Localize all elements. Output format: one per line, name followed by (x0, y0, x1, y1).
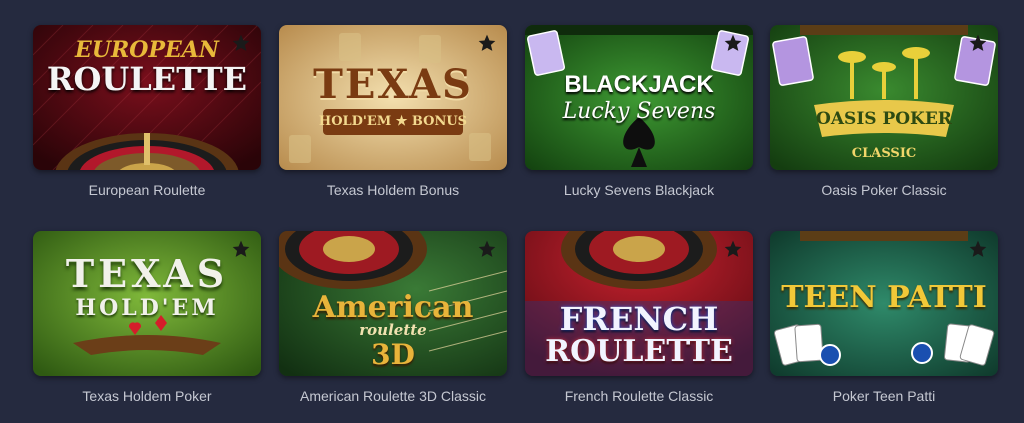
art-title-main: OASIS POKER (816, 109, 952, 129)
art-title-sub: HOLD'EM ★ BONUS (318, 114, 468, 129)
game-thumbnail[interactable]: American roulette 3D (279, 231, 507, 376)
art-title-sub: CLASSIC (851, 146, 917, 161)
game-title[interactable]: French Roulette Classic (525, 388, 753, 404)
game-card-european-roulette[interactable]: EUROPEAN ROULETTE European Roulette (33, 25, 261, 198)
game-thumbnail[interactable]: FRENCH ROULETTE (525, 231, 753, 376)
game-thumbnail[interactable]: OASIS POKER CLASSIC (770, 25, 998, 170)
art-title-main: TEEN PATTI (781, 280, 987, 315)
favorite-star-icon[interactable] (231, 33, 251, 53)
art-title-main: American (312, 290, 474, 325)
game-card-french-roulette-classic[interactable]: FRENCH ROULETTE French Roulette Classic (525, 231, 753, 404)
favorite-star-icon[interactable] (723, 33, 743, 53)
favorite-star-icon[interactable] (723, 239, 743, 259)
game-title[interactable]: Oasis Poker Classic (770, 182, 998, 198)
game-title[interactable]: Poker Teen Patti (770, 388, 998, 404)
favorite-star-icon[interactable] (968, 33, 988, 53)
game-card-poker-teen-patti[interactable]: TEEN PATTI Poker Teen Patti (770, 231, 998, 404)
favorite-star-icon[interactable] (477, 33, 497, 53)
game-thumbnail[interactable]: EUROPEAN ROULETTE (33, 25, 261, 170)
art-title-main: BLACKJACK (564, 71, 714, 98)
game-title[interactable]: Texas Holdem Bonus (279, 182, 507, 198)
art-title-sub: HOLD'EM (75, 295, 219, 321)
game-thumbnail[interactable]: BLACKJACK Lucky Sevens (525, 25, 753, 170)
game-title[interactable]: European Roulette (33, 182, 261, 198)
art-title-main: ROULETTE (46, 60, 248, 98)
art-title-main: TEXAS (313, 61, 473, 108)
art-title-sub: ROULETTE (545, 334, 733, 369)
art-title-badge: 3D (371, 338, 415, 371)
game-card-oasis-poker-classic[interactable]: OASIS POKER CLASSIC Oasis Poker Classic (770, 25, 998, 198)
favorite-star-icon[interactable] (477, 239, 497, 259)
game-card-american-roulette-3d-classic[interactable]: American roulette 3D American Roulette 3… (279, 231, 507, 404)
art-title-main: FRENCH (559, 300, 719, 338)
favorite-star-icon[interactable] (231, 239, 251, 259)
game-thumbnail[interactable]: TEXAS HOLD'EM (33, 231, 261, 376)
game-card-texas-holdem-bonus[interactable]: TEXAS HOLD'EM ★ BONUS Texas Holdem Bonus (279, 25, 507, 198)
art-title-sub: Lucky Sevens (562, 99, 716, 124)
game-card-lucky-sevens-blackjack[interactable]: BLACKJACK Lucky Sevens Lucky Sevens Blac… (525, 25, 753, 198)
game-thumbnail[interactable]: TEEN PATTI (770, 231, 998, 376)
favorite-star-icon[interactable] (968, 239, 988, 259)
game-title[interactable]: Lucky Sevens Blackjack (525, 182, 753, 198)
art-title-top: EUROPEAN (75, 37, 219, 63)
art-title-sub: roulette (359, 321, 427, 339)
art-title-main: TEXAS (65, 251, 229, 296)
game-title[interactable]: American Roulette 3D Classic (279, 388, 507, 404)
game-card-texas-holdem-poker[interactable]: TEXAS HOLD'EM Texas Holdem Poker (33, 231, 261, 404)
game-grid: EUROPEAN ROULETTE European Roulette TEXA… (0, 0, 1024, 423)
game-thumbnail[interactable]: TEXAS HOLD'EM ★ BONUS (279, 25, 507, 170)
game-title[interactable]: Texas Holdem Poker (33, 388, 261, 404)
